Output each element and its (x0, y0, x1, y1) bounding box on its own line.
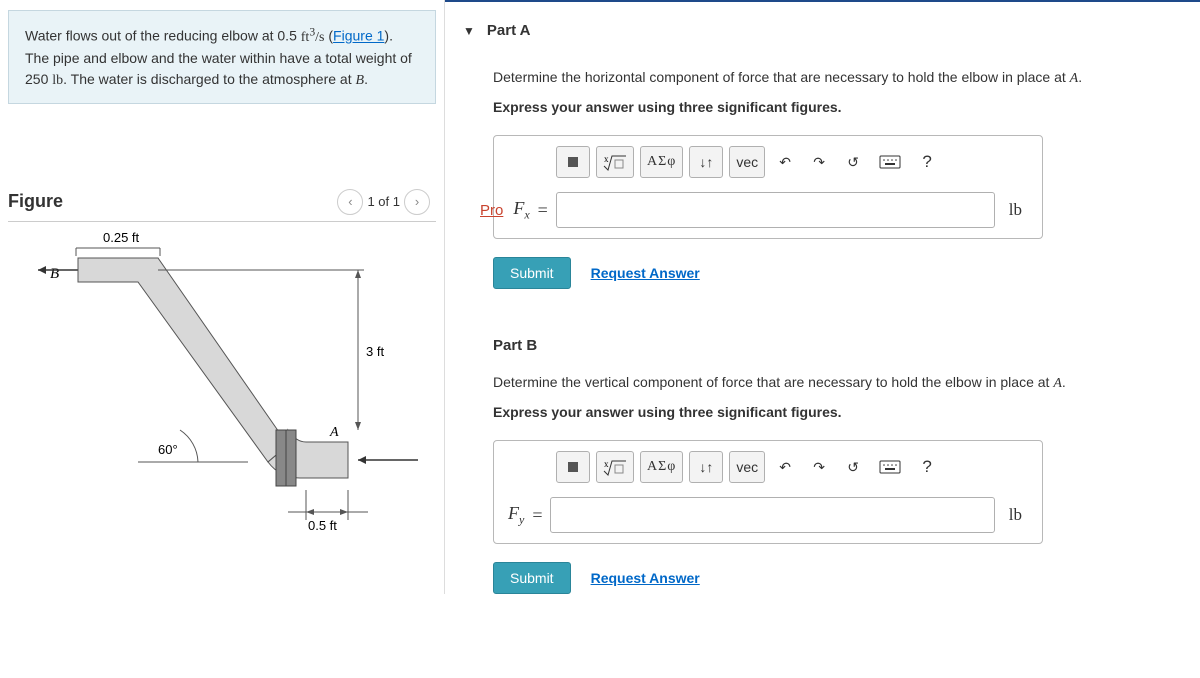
part-b-submit-button[interactable]: Submit (493, 562, 571, 594)
keyboard-button[interactable] (873, 146, 907, 178)
figure-prev-button[interactable]: ‹ (337, 189, 363, 215)
fx-input[interactable] (556, 192, 995, 228)
vec-button[interactable]: vec (729, 146, 765, 178)
root-fraction-button[interactable]: x (596, 451, 634, 483)
figure-panel: Figure ‹ 1 of 1 › 0.25 ft B (8, 189, 436, 551)
part-a-header[interactable]: ▼ Part A (463, 2, 1182, 49)
part-b-answer-box: x ΑΣφ ↓↑ vec ↶ ↷ ↺ ? Fy = lb (493, 440, 1043, 544)
fy-input[interactable] (550, 497, 994, 533)
subscript-order-button[interactable]: ↓↑ (689, 451, 723, 483)
part-b-instruction: Express your answer using three signific… (493, 404, 1182, 420)
figure-title: Figure (8, 191, 63, 212)
part-a-answer-box: x ΑΣφ ↓↑ vec ↶ ↷ ↺ ? Pro Fx = lb (493, 135, 1043, 239)
figure-next-button[interactable]: › (404, 189, 430, 215)
part-a-submit-button[interactable]: Submit (493, 257, 571, 289)
undo-button[interactable]: ↶ (771, 451, 799, 483)
variable-fx: Fx (513, 198, 529, 223)
part-b-request-answer-link[interactable]: Request Answer (591, 570, 700, 586)
svg-text:3 ft: 3 ft (366, 344, 384, 359)
reset-button[interactable]: ↺ (839, 146, 867, 178)
variable-fy: Fy (508, 503, 524, 528)
pro-link[interactable]: Pro (480, 202, 503, 219)
caret-down-icon: ▼ (463, 24, 475, 38)
root-fraction-button[interactable]: x (596, 146, 634, 178)
unit-lb: lb (1003, 200, 1028, 220)
svg-text:B: B (50, 266, 59, 282)
svg-text:60°: 60° (158, 442, 178, 457)
part-a-instruction: Express your answer using three signific… (493, 99, 1182, 115)
redo-button[interactable]: ↷ (805, 146, 833, 178)
keyboard-button[interactable] (873, 451, 907, 483)
vec-button[interactable]: vec (729, 451, 765, 483)
figure-counter: 1 of 1 (367, 194, 400, 209)
svg-text:x: x (604, 154, 609, 164)
template-button[interactable] (556, 146, 590, 178)
part-a-prompt: Determine the horizontal component of fo… (493, 67, 1182, 89)
template-button[interactable] (556, 451, 590, 483)
reset-button[interactable]: ↺ (839, 451, 867, 483)
help-button[interactable]: ? (913, 451, 941, 483)
figure-image: 0.25 ft B A (8, 221, 436, 551)
subscript-order-button[interactable]: ↓↑ (689, 146, 723, 178)
unit-lb: lb (1003, 505, 1028, 525)
part-a-request-answer-link[interactable]: Request Answer (591, 265, 700, 281)
svg-text:0.25 ft: 0.25 ft (103, 230, 140, 245)
greek-button[interactable]: ΑΣφ (640, 146, 683, 178)
svg-text:A: A (329, 425, 339, 440)
problem-statement: Water flows out of the reducing elbow at… (8, 10, 436, 104)
svg-text:0.5 ft: 0.5 ft (308, 518, 337, 533)
part-a-title: Part A (487, 22, 531, 39)
part-b-prompt: Determine the vertical component of forc… (493, 372, 1182, 394)
undo-button[interactable]: ↶ (771, 146, 799, 178)
greek-button[interactable]: ΑΣφ (640, 451, 683, 483)
figure-link[interactable]: Figure 1 (333, 28, 384, 44)
svg-text:x: x (604, 459, 609, 469)
part-b-title: Part B (493, 307, 1182, 372)
help-button[interactable]: ? (913, 146, 941, 178)
redo-button[interactable]: ↷ (805, 451, 833, 483)
